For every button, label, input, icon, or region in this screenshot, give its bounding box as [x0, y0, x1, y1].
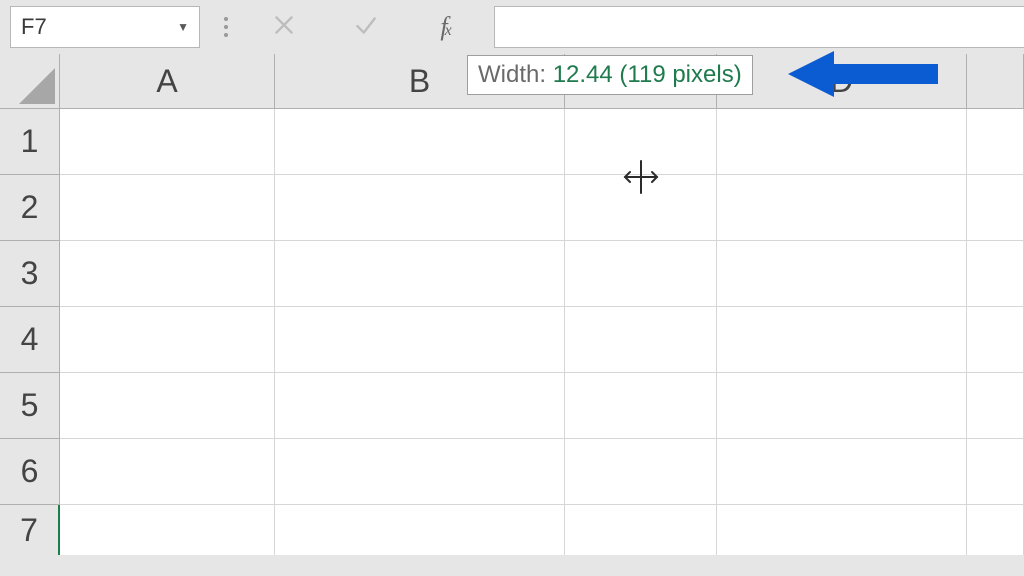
- cell[interactable]: [60, 307, 275, 373]
- grid-row: 3: [0, 241, 1024, 307]
- insert-function-button[interactable]: fx: [416, 6, 476, 48]
- column-header-extra[interactable]: [967, 54, 1024, 109]
- cell[interactable]: [60, 175, 275, 241]
- cell[interactable]: [565, 505, 717, 555]
- row-header-4[interactable]: 4: [0, 307, 60, 373]
- column-width-tooltip: Width: 12.44 (119 pixels): [467, 55, 753, 95]
- cell[interactable]: [717, 439, 967, 505]
- grid-row: 2: [0, 175, 1024, 241]
- cell[interactable]: [275, 175, 565, 241]
- cell[interactable]: [967, 307, 1024, 373]
- cell[interactable]: [967, 373, 1024, 439]
- formula-bar-options-icon[interactable]: [218, 17, 234, 37]
- cell[interactable]: [967, 505, 1024, 555]
- row-header-1[interactable]: 1: [0, 109, 60, 175]
- cell[interactable]: [565, 175, 717, 241]
- formula-input[interactable]: [494, 6, 1024, 48]
- cell[interactable]: [565, 241, 717, 307]
- row-header-6[interactable]: 6: [0, 439, 60, 505]
- cell[interactable]: [275, 505, 565, 555]
- name-box-value: F7: [21, 14, 177, 40]
- cell[interactable]: [967, 175, 1024, 241]
- check-icon: [353, 12, 379, 43]
- cell[interactable]: [60, 439, 275, 505]
- cell[interactable]: [275, 439, 565, 505]
- tooltip-value: 12.44 (119 pixels): [553, 61, 742, 88]
- cell[interactable]: [565, 109, 717, 175]
- column-header-a[interactable]: A: [60, 54, 275, 109]
- row-header-5[interactable]: 5: [0, 373, 60, 439]
- cell[interactable]: [60, 109, 275, 175]
- cell[interactable]: [967, 439, 1024, 505]
- grid-row: 6: [0, 439, 1024, 505]
- row-header-3[interactable]: 3: [0, 241, 60, 307]
- chevron-down-icon: ▼: [177, 20, 189, 34]
- cell[interactable]: [275, 307, 565, 373]
- cell[interactable]: [565, 373, 717, 439]
- cell[interactable]: [275, 241, 565, 307]
- cell[interactable]: [60, 505, 275, 555]
- cell[interactable]: [717, 307, 967, 373]
- cell[interactable]: [275, 109, 565, 175]
- row-header-7[interactable]: 7: [0, 505, 60, 555]
- enter-button[interactable]: [334, 6, 398, 48]
- name-box[interactable]: F7 ▼: [10, 6, 200, 48]
- cell[interactable]: [275, 373, 565, 439]
- fx-icon: fx: [440, 12, 451, 42]
- cell[interactable]: [967, 241, 1024, 307]
- cell[interactable]: [717, 109, 967, 175]
- grid-row: 5: [0, 373, 1024, 439]
- cancel-icon: [271, 12, 297, 43]
- select-all-triangle-icon: [19, 68, 55, 104]
- row-header-2[interactable]: 2: [0, 175, 60, 241]
- grid-row: 4: [0, 307, 1024, 373]
- select-all-button[interactable]: [0, 54, 60, 109]
- cell[interactable]: [717, 373, 967, 439]
- grid-row: 1: [0, 109, 1024, 175]
- formula-bar: F7 ▼ fx: [0, 0, 1024, 54]
- cell[interactable]: [717, 505, 967, 555]
- cell[interactable]: [60, 373, 275, 439]
- spreadsheet-grid: A B C D 1 2 3 4 5: [0, 54, 1024, 555]
- annotation-arrow-icon: [788, 47, 938, 101]
- cell[interactable]: [717, 241, 967, 307]
- cell[interactable]: [967, 109, 1024, 175]
- cell[interactable]: [60, 241, 275, 307]
- tooltip-prefix: Width:: [478, 61, 553, 88]
- cell[interactable]: [565, 307, 717, 373]
- grid-row: 7: [0, 505, 1024, 555]
- cell[interactable]: [565, 439, 717, 505]
- cell[interactable]: [717, 175, 967, 241]
- cancel-button[interactable]: [252, 6, 316, 48]
